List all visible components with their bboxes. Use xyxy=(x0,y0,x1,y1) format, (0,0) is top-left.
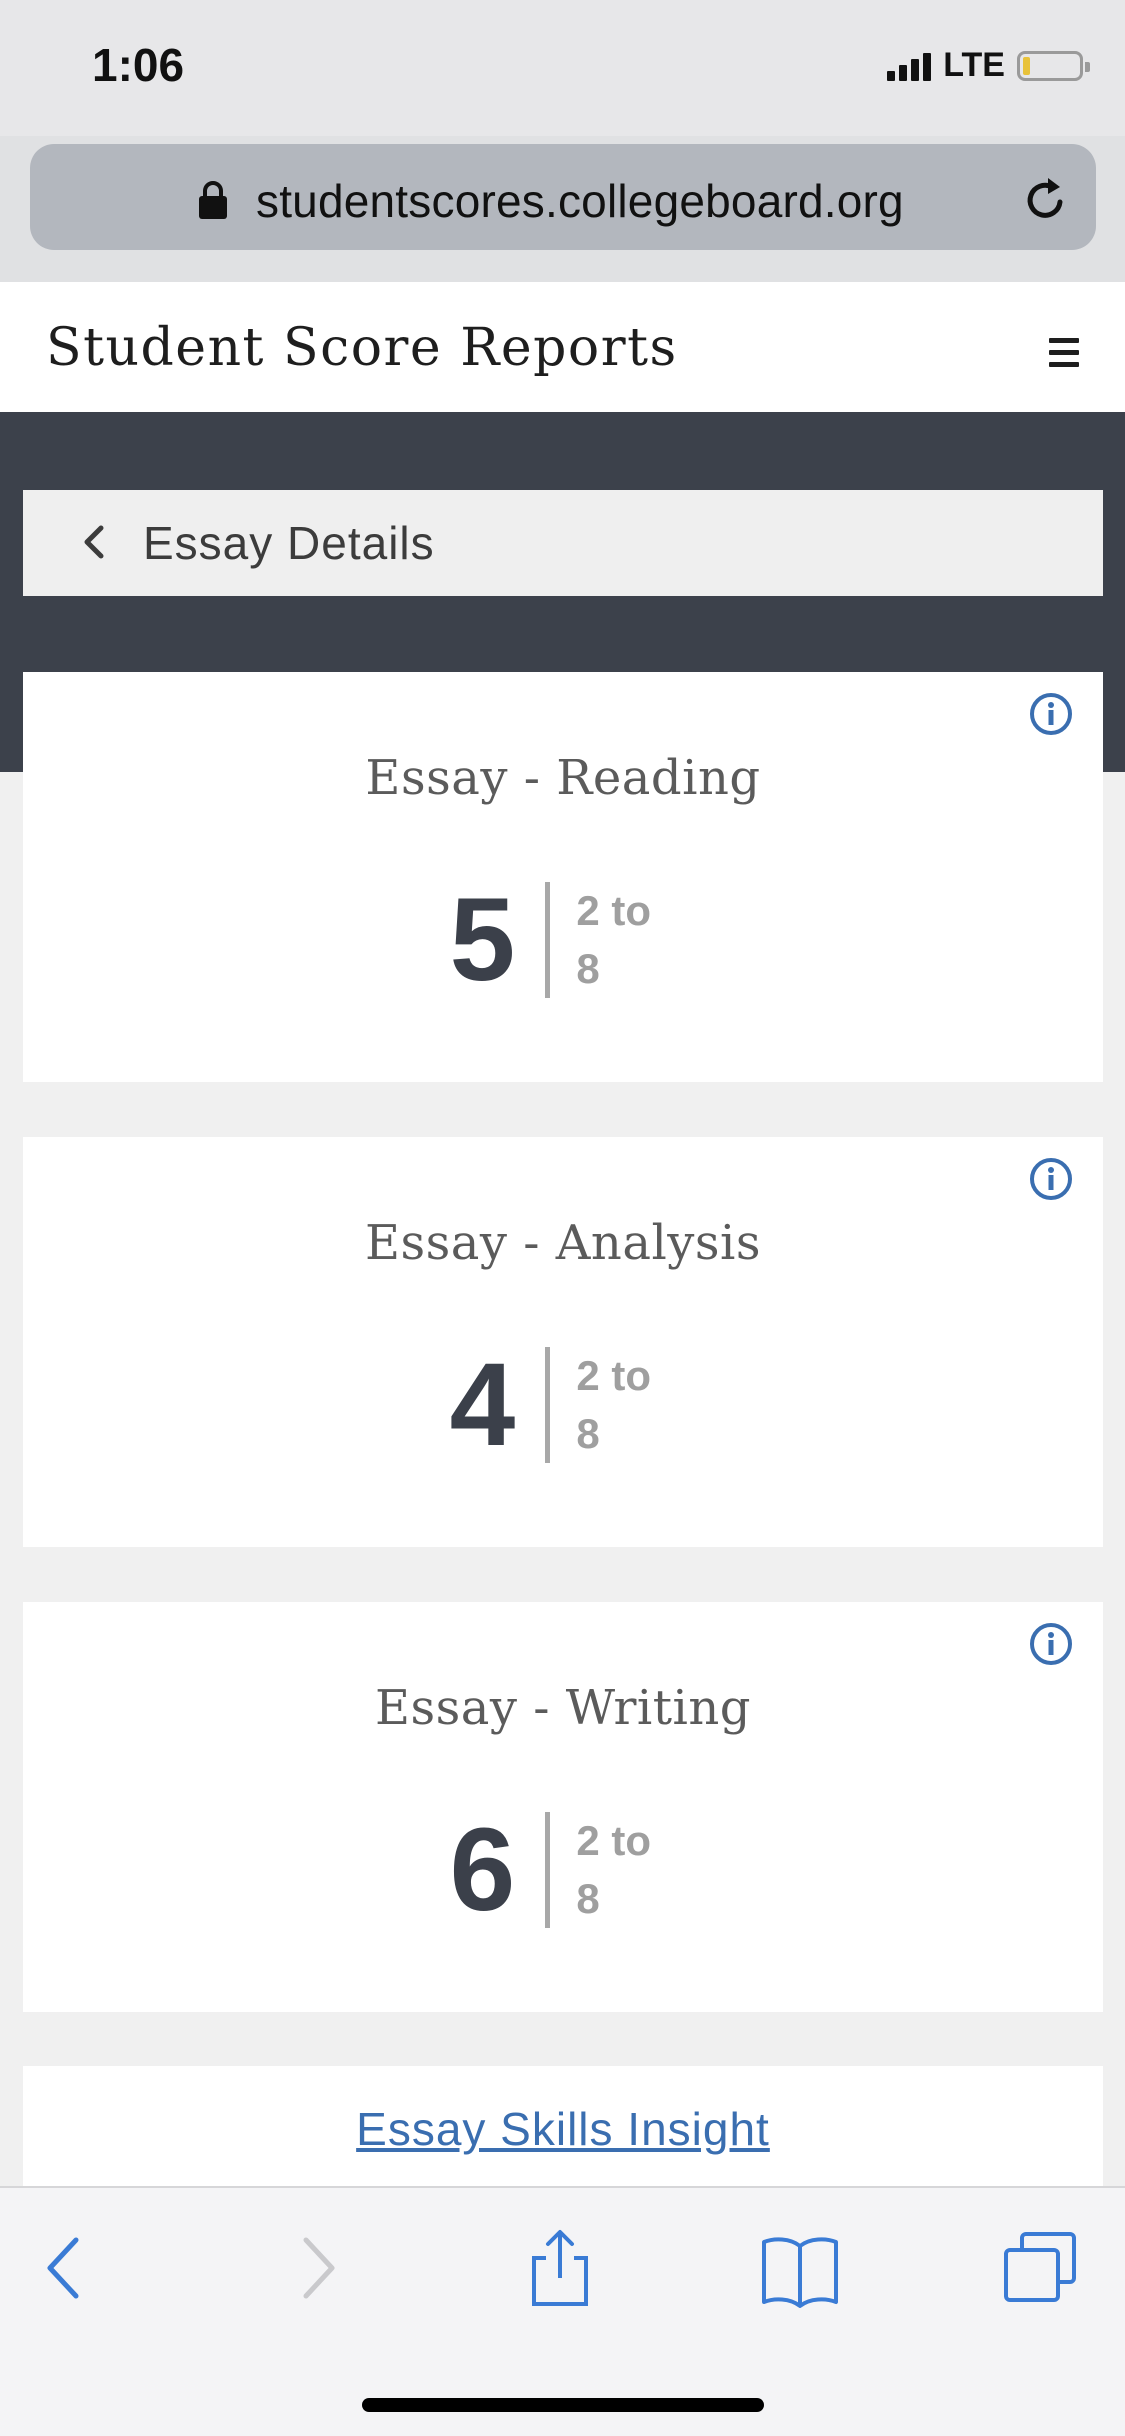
url-text: studentscores.collegeboard.org xyxy=(256,175,904,227)
score-range-line: 8 xyxy=(576,1875,600,1922)
score-divider xyxy=(545,1347,551,1463)
scrolled-heading-fragment xyxy=(72,412,128,429)
chevron-left-icon xyxy=(84,525,104,559)
network-type: LTE xyxy=(943,46,1005,84)
signal-icon xyxy=(887,51,935,81)
score-card-reading: Essay - Reading 5 2 to 8 xyxy=(23,672,1103,1082)
browser-address-area: studentscores.collegeboard.org xyxy=(0,136,1125,282)
tabs-icon[interactable] xyxy=(1000,2228,1080,2308)
back-arrow-icon[interactable] xyxy=(26,2228,106,2308)
home-indicator xyxy=(362,2398,764,2412)
score-divider xyxy=(545,1812,551,1928)
score-title: Essay - Reading xyxy=(365,750,761,806)
app-header: Student Score Reports xyxy=(0,282,1125,412)
score-range: 2 to 8 xyxy=(576,1347,676,1463)
score-range: 2 to 8 xyxy=(576,1812,676,1928)
menu-icon[interactable] xyxy=(1049,338,1079,368)
battery-icon xyxy=(1017,50,1090,81)
back-label: Essay Details xyxy=(143,517,435,569)
status-indicators: LTE xyxy=(887,46,1090,85)
reload-icon[interactable] xyxy=(1022,176,1070,224)
lock-icon xyxy=(199,181,227,219)
score-value: 6 xyxy=(449,1804,516,1936)
score-divider xyxy=(545,882,551,998)
score-row: 5 2 to 8 xyxy=(23,874,1103,1006)
score-range-line: 2 to xyxy=(576,1352,651,1399)
bookmarks-icon[interactable] xyxy=(760,2228,840,2308)
score-title: Essay - Writing xyxy=(374,1680,752,1736)
info-icon[interactable] xyxy=(1029,1622,1073,1666)
score-card-analysis: Essay - Analysis 4 2 to 8 xyxy=(23,1137,1103,1547)
score-value: 4 xyxy=(449,1339,516,1471)
browser-toolbar xyxy=(0,2186,1125,2436)
status-time: 1:06 xyxy=(92,39,185,91)
score-row: 6 2 to 8 xyxy=(23,1804,1103,1936)
address-bar[interactable]: studentscores.collegeboard.org xyxy=(30,144,1096,250)
score-value: 5 xyxy=(449,874,516,1006)
status-bar: 1:06 LTE xyxy=(0,0,1125,136)
essay-skills-insight-link[interactable]: Essay Skills Insight xyxy=(23,2102,1103,2156)
score-range-line: 8 xyxy=(576,945,600,992)
score-card-writing: Essay - Writing 6 2 to 8 xyxy=(23,1602,1103,2012)
score-range-line: 8 xyxy=(576,1410,600,1457)
forward-arrow-icon[interactable] xyxy=(276,2228,356,2308)
info-icon[interactable] xyxy=(1029,1157,1073,1201)
score-range-line: 2 to xyxy=(576,887,651,934)
score-range-line: 2 to xyxy=(576,1817,651,1864)
info-icon[interactable] xyxy=(1029,692,1073,736)
essay-skills-insight-card: Essay Skills Insight xyxy=(23,2066,1103,2186)
score-row: 4 2 to 8 xyxy=(23,1339,1103,1471)
back-to-essay-details[interactable]: Essay Details xyxy=(23,490,1103,596)
score-title: Essay - Analysis xyxy=(364,1215,762,1271)
app-title: Student Score Reports xyxy=(46,318,678,378)
score-range: 2 to 8 xyxy=(576,882,676,998)
share-icon[interactable] xyxy=(520,2228,600,2308)
